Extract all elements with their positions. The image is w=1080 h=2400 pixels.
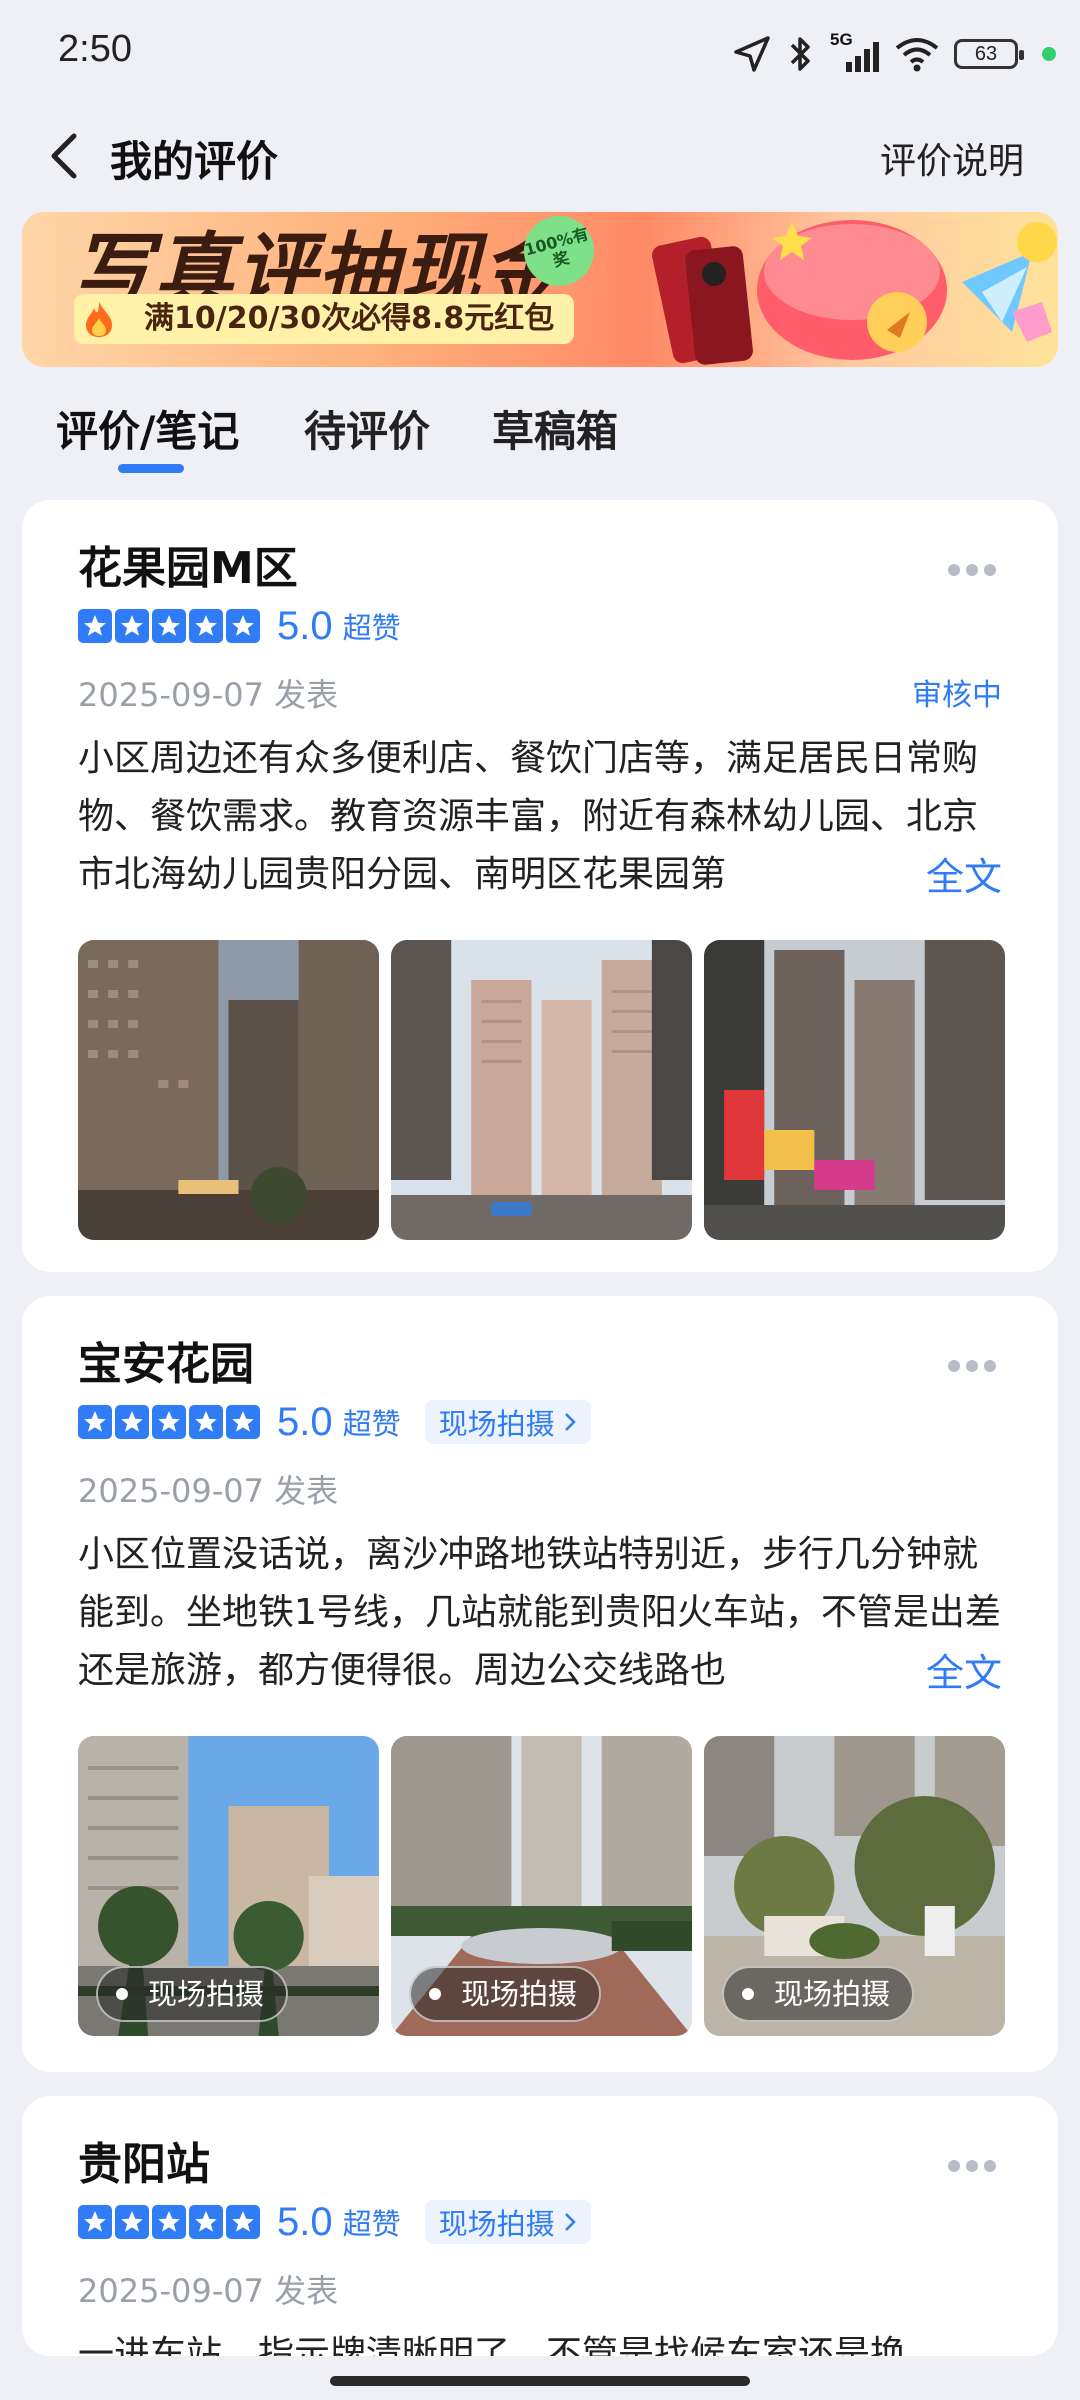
review-date: 2025-09-07 发表	[78, 676, 339, 714]
expand-fulltext-link[interactable]: 全文	[885, 1642, 1002, 1697]
star-icon	[152, 2205, 186, 2239]
review-photo[interactable]	[704, 940, 1005, 1240]
nav-bar: 我的评价 评价说明	[0, 110, 1080, 200]
more-options-button[interactable]	[948, 2156, 996, 2176]
review-photo[interactable]: 现场拍摄	[391, 1736, 692, 2036]
star-icon	[152, 609, 186, 643]
chevron-right-icon	[564, 1413, 576, 1431]
tab-active-indicator	[118, 464, 184, 473]
review-card[interactable]: 宝安花园 5.0 超赞 现场拍摄 2025-09-07 发表 小区位置没话说，离…	[22, 1296, 1058, 2072]
status-bar: 2:50 5G 63	[0, 0, 1080, 100]
page-title: 我的评价	[110, 137, 279, 186]
review-text[interactable]: 小区位置没话说，离沙冲路地铁站特别近，步行几分钟就能到。坐地铁1号线，几站就能到…	[78, 1526, 1008, 1700]
flame-icon	[86, 302, 112, 337]
onsite-photo-badge: 现场拍摄	[722, 1966, 915, 2022]
review-tabs: 评价/笔记 待评价 草稿箱	[0, 390, 1080, 480]
status-icons: 5G 63	[732, 30, 1056, 76]
star-icon	[115, 2205, 149, 2239]
promo-banner[interactable]: 写真评抽现金 100%有奖 满10/20/30次必得8.8元红包	[22, 212, 1058, 367]
banner-illustration	[652, 220, 1057, 365]
rating-row: 5.0 超赞 现场拍摄	[78, 2200, 591, 2244]
rating-label: 超赞	[342, 2207, 401, 2241]
review-text[interactable]: 一进车站，指示牌清晰明了，不管是找候车室还是换	[78, 2326, 1008, 2356]
tab-reviews-notes[interactable]: 评价/笔记	[56, 398, 239, 459]
rating-row: 5.0 超赞 现场拍摄	[78, 1400, 591, 1444]
rating-label: 超赞	[342, 611, 401, 645]
bluetooth-icon	[790, 37, 810, 71]
rating-score: 5.0	[277, 1399, 333, 1444]
rating-label: 超赞	[342, 1407, 401, 1441]
onsite-photo-tag[interactable]: 现场拍摄	[424, 1400, 591, 1444]
tab-pending-review[interactable]: 待评价	[304, 398, 430, 459]
star-icon	[115, 609, 149, 643]
back-button[interactable]	[40, 128, 90, 184]
onsite-photo-badge: 现场拍摄	[409, 1966, 602, 2022]
back-arrow-icon	[51, 133, 77, 179]
chevron-right-icon	[564, 2213, 576, 2231]
tab-drafts[interactable]: 草稿箱	[492, 398, 618, 459]
star-icon	[189, 609, 223, 643]
review-photo[interactable]	[78, 940, 379, 1240]
battery-level: 63	[974, 42, 998, 65]
review-card[interactable]: 花果园M区 5.0 超赞 2025-09-07 发表 审核中 小区周边还有众多便…	[22, 500, 1058, 1272]
rating-score: 5.0	[277, 2199, 333, 2244]
rating-score: 5.0	[277, 603, 333, 648]
review-date: 2025-09-07 发表	[78, 2272, 339, 2310]
onsite-tag-label: 现场拍摄	[438, 1407, 555, 1441]
review-photos	[78, 940, 1006, 1240]
star-icon	[226, 609, 260, 643]
rating-row: 5.0 超赞	[78, 604, 401, 648]
more-options-button[interactable]	[948, 560, 996, 580]
review-title[interactable]: 花果园M区	[78, 532, 298, 596]
banner-subtitle: 满10/20/30次必得8.8元红包	[74, 294, 575, 344]
battery-icon: 63	[954, 39, 1024, 69]
location-icon	[734, 36, 770, 72]
more-options-button[interactable]	[948, 1356, 996, 1376]
star-icon	[78, 2205, 112, 2239]
status-time: 2:50	[58, 28, 132, 70]
onsite-photo-badge: 现场拍摄	[96, 1966, 289, 2022]
star-icon	[226, 1405, 260, 1439]
review-card[interactable]: 贵阳站 5.0 超赞 现场拍摄 2025-09-07 发表 一进车站，指示牌清晰…	[22, 2096, 1058, 2356]
expand-fulltext-link[interactable]: 全文	[885, 846, 1002, 901]
review-title[interactable]: 宝安花园	[78, 1328, 254, 1392]
wifi-icon	[895, 38, 939, 72]
star-icon	[226, 2205, 260, 2239]
review-status: 审核中	[912, 678, 1002, 713]
review-guide-link[interactable]: 评价说明	[880, 132, 1024, 184]
home-indicator[interactable]	[330, 2376, 750, 2386]
onsite-tag-label: 现场拍摄	[438, 2207, 555, 2241]
review-title[interactable]: 贵阳站	[78, 2128, 210, 2192]
cellular-signal-icon: 5G	[830, 30, 880, 74]
star-icon	[189, 1405, 223, 1439]
star-icon	[115, 1405, 149, 1439]
star-icon	[152, 1405, 186, 1439]
review-photo[interactable]: 现场拍摄	[78, 1736, 379, 2036]
review-photo[interactable]: 现场拍摄	[704, 1736, 1005, 2036]
privacy-indicator-dot	[1042, 47, 1056, 61]
review-photos: 现场拍摄 现场拍摄 现场拍摄	[78, 1736, 1006, 2036]
review-date: 2025-09-07 发表	[78, 1472, 339, 1510]
star-icon	[78, 609, 112, 643]
star-icon	[189, 2205, 223, 2239]
star-icon	[78, 1405, 112, 1439]
review-text[interactable]: 小区周边还有众多便利店、餐饮门店等，满足居民日常购物、餐饮需求。教育资源丰富，附…	[78, 730, 1008, 904]
onsite-photo-tag[interactable]: 现场拍摄	[424, 2200, 591, 2244]
review-photo[interactable]	[391, 940, 692, 1240]
